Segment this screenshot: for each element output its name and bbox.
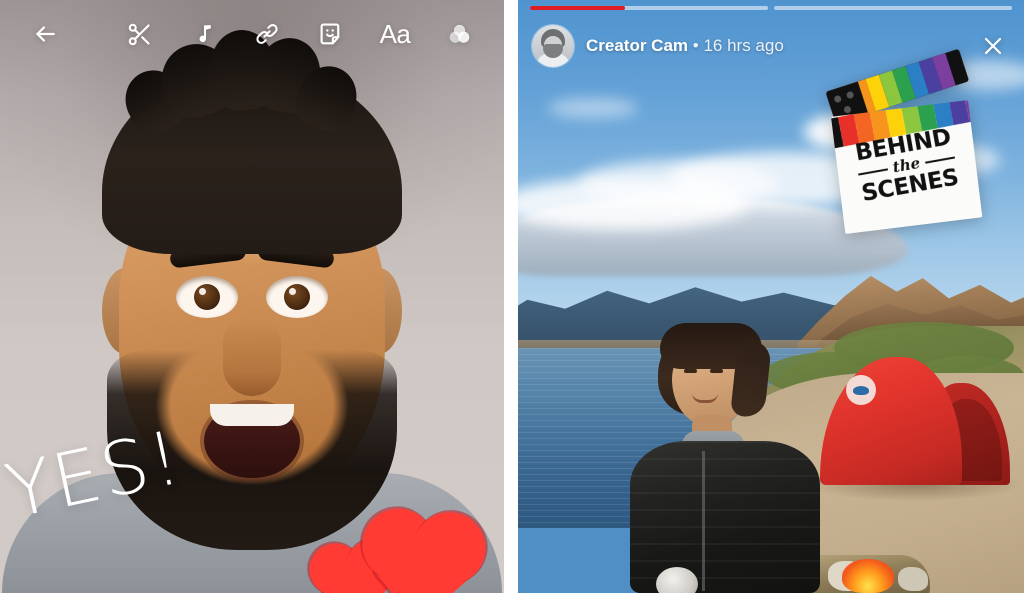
jacket-zipper [702,451,705,591]
cloud [548,98,638,118]
hair-side [730,339,772,419]
text-icon-label: Aa [379,19,411,49]
eye-left [684,369,697,373]
flames [842,559,894,593]
open-mouth [204,404,300,478]
rule-right [924,156,955,164]
heart-shape [371,521,473,593]
puffer-jacket [630,441,820,593]
text-icon[interactable]: Aa [372,11,418,57]
eye-right [710,369,723,373]
iris-right [284,284,310,310]
held-object [656,567,698,593]
close-icon[interactable] [976,29,1010,63]
story-progress-bar [518,6,1024,10]
story-viewer-header: Creator Cam • 16 hrs ago [518,18,1024,74]
progress-fill [530,6,626,10]
back-arrow-icon[interactable] [22,11,68,57]
link-icon[interactable] [244,11,290,57]
story-composer-panel: YES! Aa [0,0,504,593]
progress-segment-1[interactable] [530,6,768,10]
tent-body [820,357,962,485]
scissors-icon[interactable] [116,11,162,57]
panel-divider [504,0,518,593]
heart-sticker-large[interactable] [371,521,473,593]
composer-toolbar: Aa [0,0,504,68]
viewer-media[interactable]: BEHIND the SCENES [518,0,1024,593]
behind-the-scenes-sticker[interactable]: BEHIND the SCENES [825,48,984,236]
story-timestamp: • 16 hrs ago [688,35,784,55]
eye-left [176,276,238,318]
tent-logo [846,375,876,405]
story-author-line[interactable]: Creator Cam • 16 hrs ago [586,36,784,56]
app-root: YES! Aa BEHIND the SCENES Creator Cam • … [0,0,1024,593]
person-in-frame [630,323,820,593]
iris-left [194,284,220,310]
teeth [210,404,294,426]
progress-segment-2[interactable] [774,6,1012,10]
avatar[interactable] [532,25,574,67]
rule-left [858,167,889,175]
eye-right [266,276,328,318]
story-author-name: Creator Cam [586,35,689,55]
music-note-icon[interactable] [180,11,226,57]
sticker-icon[interactable] [308,11,354,57]
story-viewer-panel: BEHIND the SCENES Creator Cam • 16 hrs a… [518,0,1024,593]
clapperboard-board: BEHIND the SCENES [831,100,983,234]
fire-ring-rock [898,567,928,591]
red-tent [820,357,1010,485]
effects-icon[interactable] [436,11,482,57]
